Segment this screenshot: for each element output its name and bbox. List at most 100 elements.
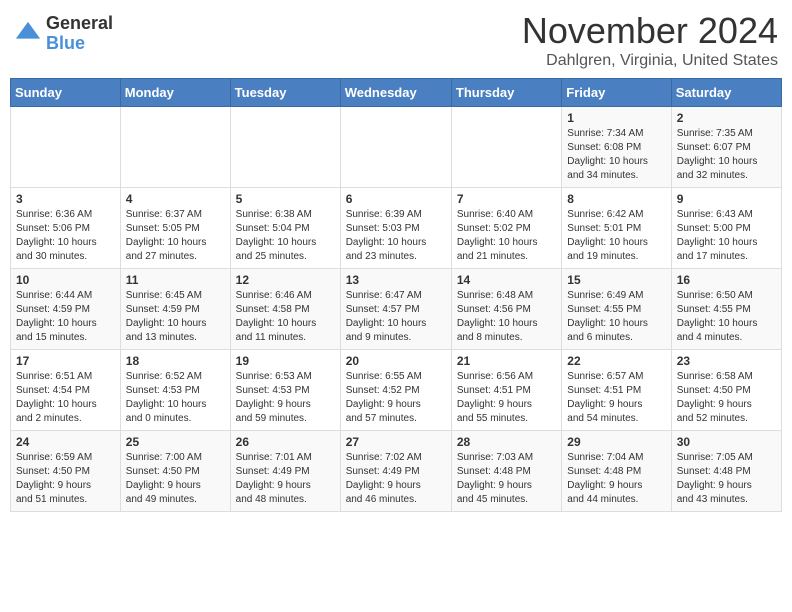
calendar-header-row: SundayMondayTuesdayWednesdayThursdayFrid… (11, 79, 782, 107)
col-header-friday: Friday (562, 79, 671, 107)
day-number: 8 (567, 192, 665, 206)
calendar-week-row: 3Sunrise: 6:36 AMSunset: 5:06 PMDaylight… (11, 188, 782, 269)
cell-content: Sunrise: 7:35 AMSunset: 6:07 PMDaylight:… (677, 127, 776, 183)
day-number: 10 (16, 273, 115, 287)
calendar-cell: 30 Sunrise: 7:05 AMSunset: 4:48 PMDayligh… (671, 431, 781, 512)
calendar-cell: 17 Sunrise: 6:51 AMSunset: 4:54 PMDayligh… (11, 350, 121, 431)
cell-content: Sunrise: 6:53 AMSunset: 4:53 PMDaylight:… (236, 370, 335, 426)
day-number: 16 (677, 273, 776, 287)
calendar-cell: 3Sunrise: 6:36 AMSunset: 5:06 PMDaylight… (11, 188, 121, 269)
logo-general: General (46, 14, 113, 34)
calendar-cell: 26Sunrise: 7:01 AMSunset: 4:49 PMDayligh… (230, 431, 340, 512)
day-number: 5 (236, 192, 335, 206)
calendar-cell: 10Sunrise: 6:44 AMSunset: 4:59 PMDayligh… (11, 269, 121, 350)
calendar-cell: 24 Sunrise: 6:59 AMSunset: 4:50 PMDayligh… (11, 431, 121, 512)
day-number: 9 (677, 192, 776, 206)
day-number: 12 (236, 273, 335, 287)
col-header-saturday: Saturday (671, 79, 781, 107)
day-number: 24 (16, 435, 115, 449)
day-number: 4 (126, 192, 225, 206)
day-number: 22 (567, 354, 665, 368)
header: General Blue November 2024 Dahlgren, Vir… (10, 10, 782, 70)
cell-content: Sunrise: 6:43 AMSunset: 5:00 PMDaylight:… (677, 208, 776, 264)
day-number: 2 (677, 111, 776, 125)
cell-content: Sunrise: 6:37 AMSunset: 5:05 PMDaylight:… (126, 208, 225, 264)
cell-content: Sunrise: 6:49 AMSunset: 4:55 PMDaylight:… (567, 289, 665, 345)
cell-content: Sunrise: 6:39 AMSunset: 5:03 PMDaylight:… (346, 208, 446, 264)
cell-content: Sunrise: 7:04 AMSunset: 4:48 PMDaylight:… (567, 451, 665, 507)
calendar-week-row: 1Sunrise: 7:34 AMSunset: 6:08 PMDaylight… (11, 107, 782, 188)
day-number: 18 (126, 354, 225, 368)
cell-content: Sunrise: 6:45 AMSunset: 4:59 PMDaylight:… (126, 289, 225, 345)
calendar-cell: 14 Sunrise: 6:48 AMSunset: 4:56 PMDayligh… (451, 269, 561, 350)
cell-content: Sunrise: 6:57 AMSunset: 4:51 PMDaylight:… (567, 370, 665, 426)
day-number: 30 (677, 435, 776, 449)
calendar-cell: 18Sunrise: 6:52 AMSunset: 4:53 PMDayligh… (120, 350, 230, 431)
cell-content: Sunrise: 6:55 AMSunset: 4:52 PMDaylight:… (346, 370, 446, 426)
calendar-cell: 22 Sunrise: 6:57 AMSunset: 4:51 PMDayligh… (562, 350, 671, 431)
calendar-cell: 11 Sunrise: 6:45 AMSunset: 4:59 PMDayligh… (120, 269, 230, 350)
cell-content: Sunrise: 6:56 AMSunset: 4:51 PMDaylight:… (457, 370, 556, 426)
cell-content: Sunrise: 6:47 AMSunset: 4:57 PMDaylight:… (346, 289, 446, 345)
calendar-cell: 15Sunrise: 6:49 AMSunset: 4:55 PMDayligh… (562, 269, 671, 350)
day-number: 19 (236, 354, 335, 368)
cell-content: Sunrise: 7:01 AMSunset: 4:49 PMDaylight:… (236, 451, 335, 507)
cell-content: Sunrise: 7:05 AMSunset: 4:48 PMDaylight:… (677, 451, 776, 507)
calendar-cell: 6 Sunrise: 6:39 AMSunset: 5:03 PMDaylight… (340, 188, 451, 269)
calendar-cell: 21Sunrise: 6:56 AMSunset: 4:51 PMDayligh… (451, 350, 561, 431)
day-number: 13 (346, 273, 446, 287)
calendar-cell: 27Sunrise: 7:02 AMSunset: 4:49 PMDayligh… (340, 431, 451, 512)
col-header-monday: Monday (120, 79, 230, 107)
cell-content: Sunrise: 6:46 AMSunset: 4:58 PMDaylight:… (236, 289, 335, 345)
calendar-cell: 8 Sunrise: 6:42 AMSunset: 5:01 PMDaylight… (562, 188, 671, 269)
col-header-thursday: Thursday (451, 79, 561, 107)
calendar-cell: 1Sunrise: 7:34 AMSunset: 6:08 PMDaylight… (562, 107, 671, 188)
calendar-cell (120, 107, 230, 188)
calendar-week-row: 10Sunrise: 6:44 AMSunset: 4:59 PMDayligh… (11, 269, 782, 350)
calendar-week-row: 17 Sunrise: 6:51 AMSunset: 4:54 PMDayligh… (11, 350, 782, 431)
cell-content: Sunrise: 7:34 AMSunset: 6:08 PMDaylight:… (567, 127, 665, 183)
calendar-cell: 5 Sunrise: 6:38 AMSunset: 5:04 PMDaylight… (230, 188, 340, 269)
calendar-cell: 9 Sunrise: 6:43 AMSunset: 5:00 PMDaylight… (671, 188, 781, 269)
day-number: 6 (346, 192, 446, 206)
calendar-cell: 29Sunrise: 7:04 AMSunset: 4:48 PMDayligh… (562, 431, 671, 512)
day-number: 28 (457, 435, 556, 449)
calendar-cell: 7 Sunrise: 6:40 AMSunset: 5:02 PMDaylight… (451, 188, 561, 269)
day-number: 20 (346, 354, 446, 368)
col-header-tuesday: Tuesday (230, 79, 340, 107)
calendar-cell: 13 Sunrise: 6:47 AMSunset: 4:57 PMDayligh… (340, 269, 451, 350)
col-header-wednesday: Wednesday (340, 79, 451, 107)
day-number: 11 (126, 273, 225, 287)
day-number: 7 (457, 192, 556, 206)
day-number: 23 (677, 354, 776, 368)
cell-content: Sunrise: 6:48 AMSunset: 4:56 PMDaylight:… (457, 289, 556, 345)
calendar-cell (451, 107, 561, 188)
logo: General Blue (14, 14, 113, 54)
calendar-cell: 19 Sunrise: 6:53 AMSunset: 4:53 PMDayligh… (230, 350, 340, 431)
calendar-cell: 23Sunrise: 6:58 AMSunset: 4:50 PMDayligh… (671, 350, 781, 431)
calendar-cell (340, 107, 451, 188)
calendar-cell: 16 Sunrise: 6:50 AMSunset: 4:55 PMDayligh… (671, 269, 781, 350)
calendar-cell: 25 Sunrise: 7:00 AMSunset: 4:50 PMDayligh… (120, 431, 230, 512)
month-title: November 2024 (522, 10, 778, 52)
cell-content: Sunrise: 6:50 AMSunset: 4:55 PMDaylight:… (677, 289, 776, 345)
calendar-cell: 12 Sunrise: 6:46 AMSunset: 4:58 PMDayligh… (230, 269, 340, 350)
cell-content: Sunrise: 7:00 AMSunset: 4:50 PMDaylight:… (126, 451, 225, 507)
logo-icon (14, 20, 42, 48)
calendar-cell (230, 107, 340, 188)
cell-content: Sunrise: 6:42 AMSunset: 5:01 PMDaylight:… (567, 208, 665, 264)
col-header-sunday: Sunday (11, 79, 121, 107)
day-number: 25 (126, 435, 225, 449)
cell-content: Sunrise: 7:03 AMSunset: 4:48 PMDaylight:… (457, 451, 556, 507)
calendar-cell (11, 107, 121, 188)
cell-content: Sunrise: 6:40 AMSunset: 5:02 PMDaylight:… (457, 208, 556, 264)
cell-content: Sunrise: 6:38 AMSunset: 5:04 PMDaylight:… (236, 208, 335, 264)
cell-content: Sunrise: 6:51 AMSunset: 4:54 PMDaylight:… (16, 370, 115, 426)
day-number: 14 (457, 273, 556, 287)
day-number: 17 (16, 354, 115, 368)
cell-content: Sunrise: 7:02 AMSunset: 4:49 PMDaylight:… (346, 451, 446, 507)
calendar-week-row: 24 Sunrise: 6:59 AMSunset: 4:50 PMDayligh… (11, 431, 782, 512)
calendar-cell: 4 Sunrise: 6:37 AMSunset: 5:05 PMDaylight… (120, 188, 230, 269)
cell-content: Sunrise: 6:59 AMSunset: 4:50 PMDaylight:… (16, 451, 115, 507)
calendar: SundayMondayTuesdayWednesdayThursdayFrid… (10, 78, 782, 512)
